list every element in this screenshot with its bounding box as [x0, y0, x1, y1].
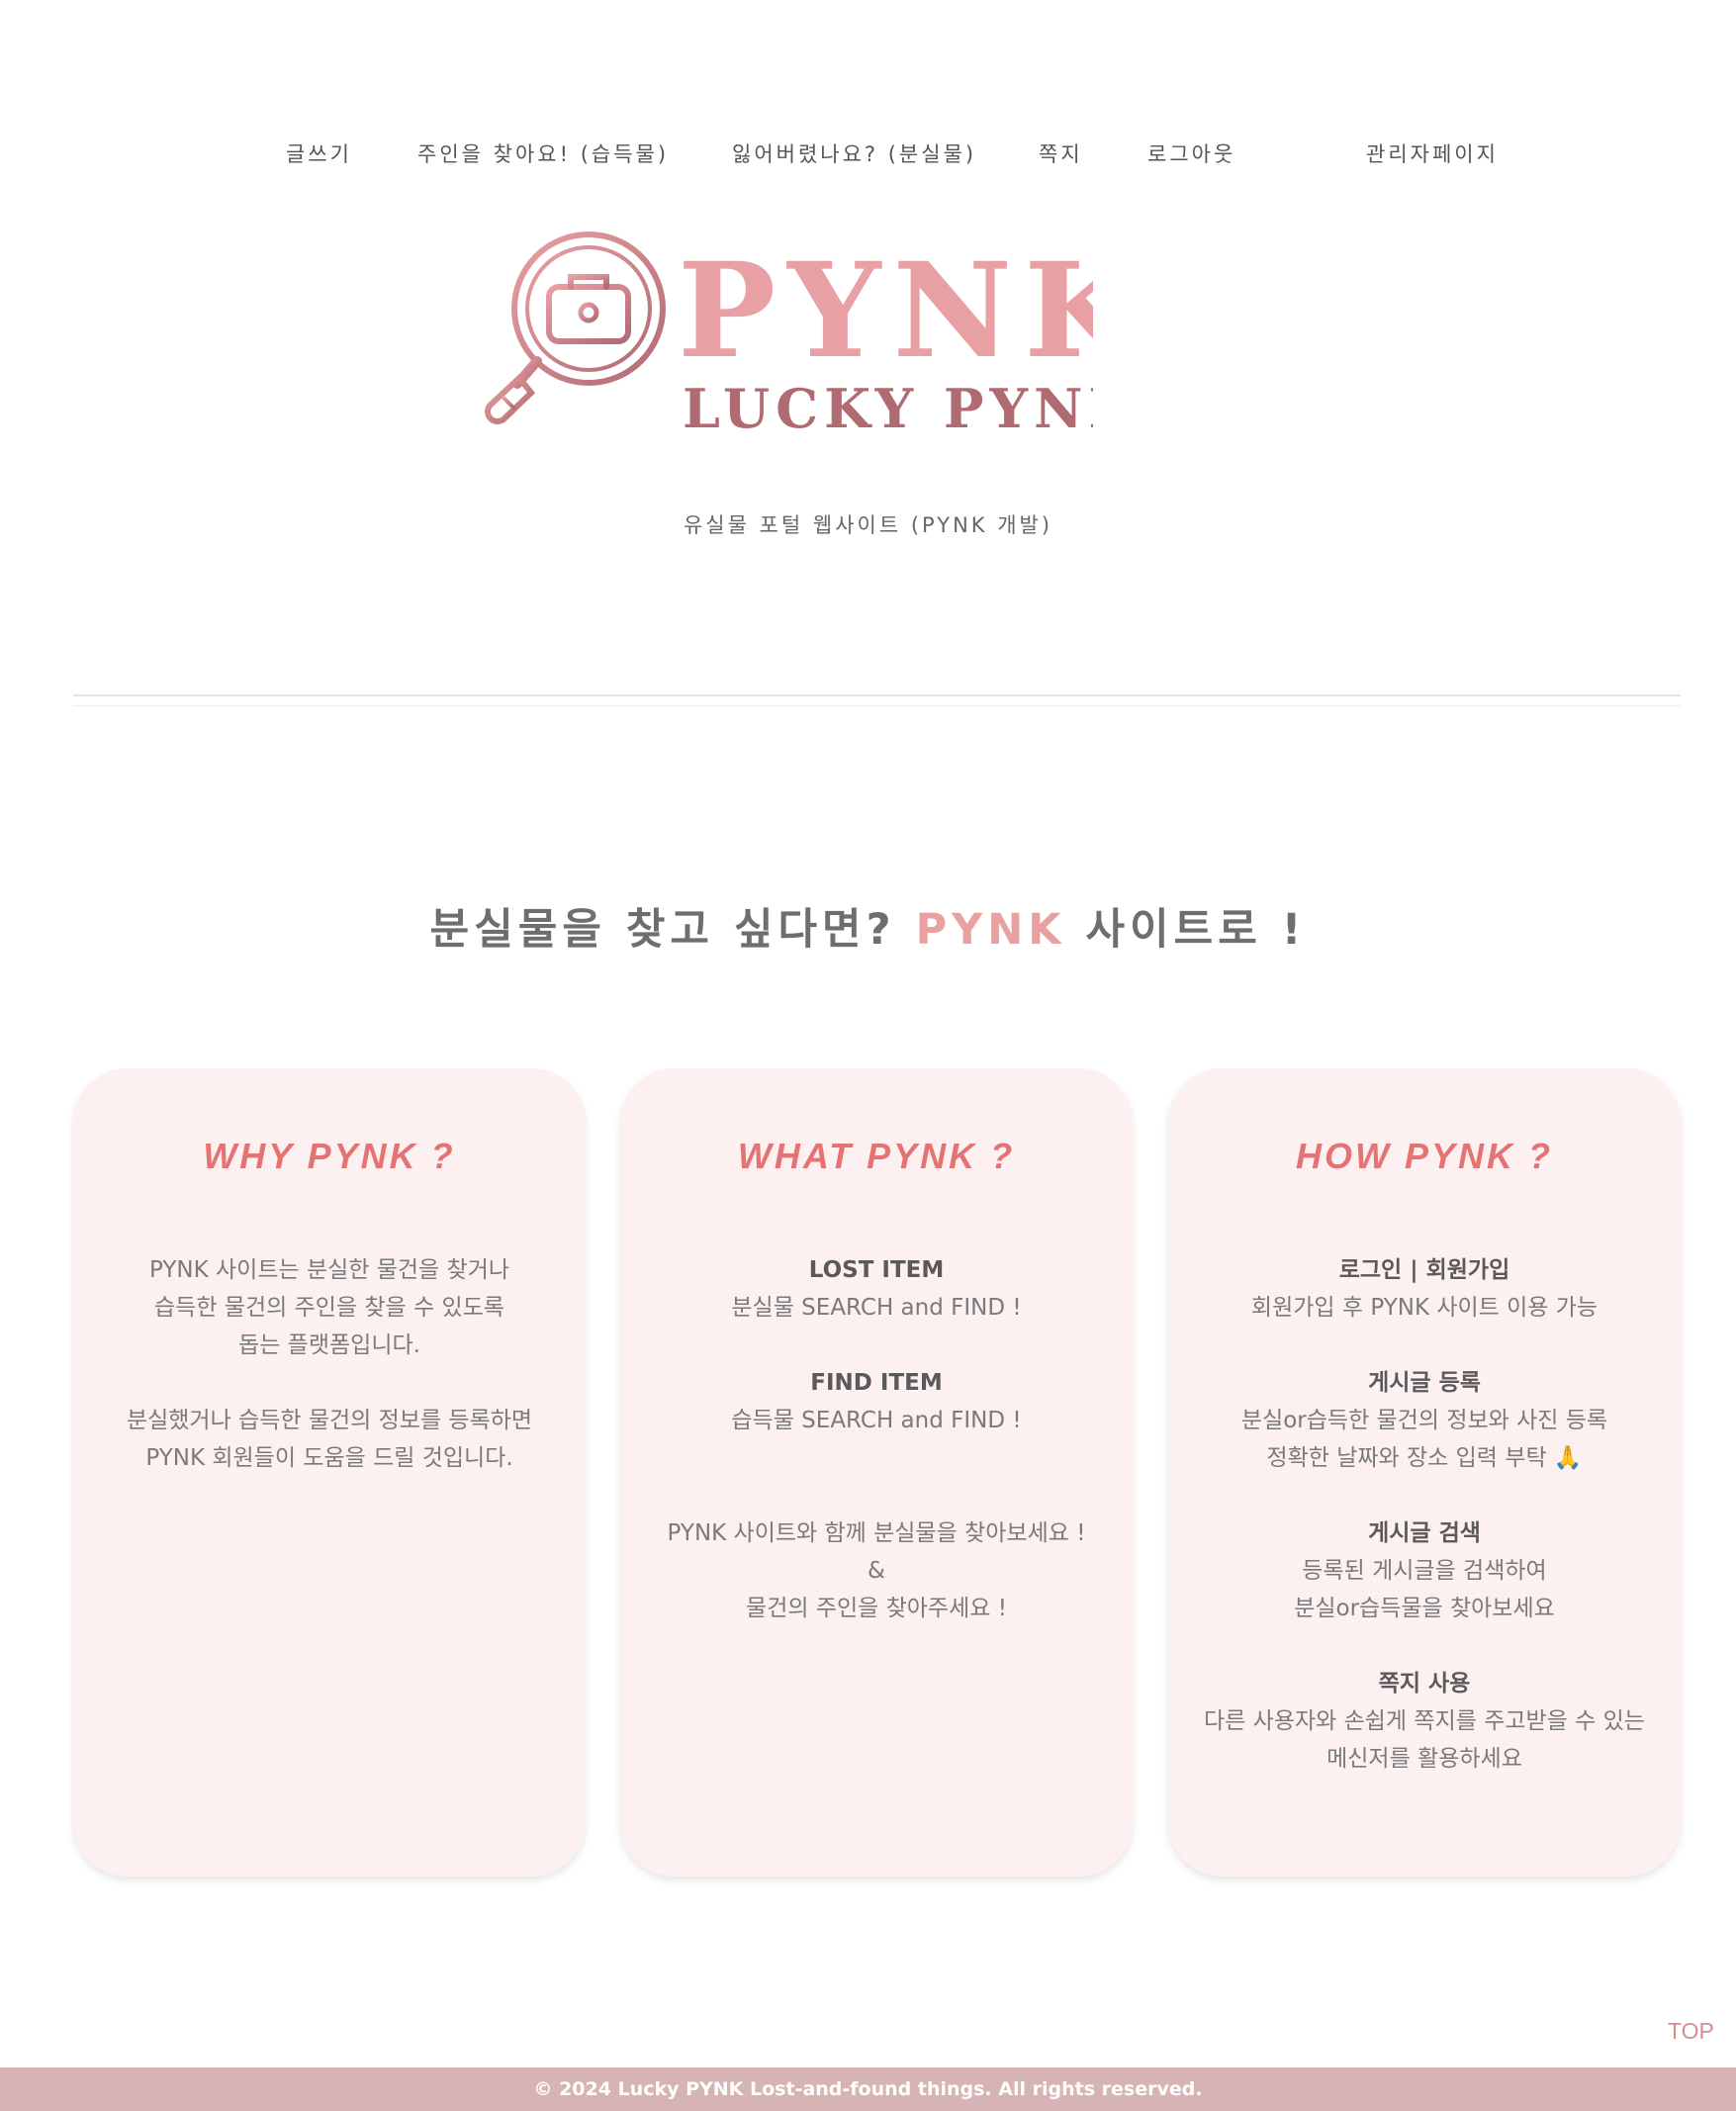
- card-why: WHY PYNK ? PYNK 사이트는 분실한 물건을 찾거나 습득한 물건의…: [73, 1068, 586, 1877]
- card-text-line: 분실물 SEARCH and FIND !: [731, 1295, 1022, 1321]
- card-text-line: 회원가입 후 PYNK 사이트 이용 가능: [1250, 1295, 1599, 1321]
- site-logo[interactable]: PYNK LUCKY PYNK: [460, 229, 1093, 442]
- card-body: 로그인 | 회원가입 회원가입 후 PYNK 사이트 이용 가능 게시글 등록 …: [1168, 1251, 1681, 1778]
- card-text-line: 정확한 날짜와 장소 입력 부탁 🙏: [1266, 1445, 1583, 1471]
- card-text-line: PYNK 사이트와 함께 분실물을 찾아보세요 !: [667, 1520, 1086, 1546]
- scroll-top-link[interactable]: TOP: [1668, 2018, 1714, 2045]
- card-title: HOW PYNK ?: [1296, 1136, 1553, 1176]
- logo-tagline-text: LUCKY PYNK: [683, 377, 1093, 440]
- card-text-line: 분실or습득물을 찾아보세요: [1294, 1596, 1555, 1621]
- card-text-line: 습득한 물건의 주인을 찾을 수 있도록: [154, 1295, 504, 1321]
- card-text-line: 분실or습득한 물건의 정보와 사진 등록: [1240, 1408, 1608, 1433]
- card-what: WHAT PYNK ? LOST ITEM 분실물 SEARCH and FIN…: [620, 1068, 1133, 1877]
- top-nav: 글쓰기 주인을 찾아요! (습득물) 잃어버렸나요? (분실물) 쪽지 로그아웃…: [0, 138, 1736, 172]
- card-body: LOST ITEM 분실물 SEARCH and FIND ! FIND ITE…: [620, 1251, 1133, 1627]
- card-text-line: PYNK 회원들이 도움을 드릴 것입니다.: [145, 1445, 513, 1471]
- card-text-line: 물건의 주인을 찾아주세요 !: [746, 1596, 1007, 1621]
- card-section-heading: 게시글 등록: [1368, 1370, 1481, 1396]
- card-section-heading: FIND ITEM: [810, 1370, 943, 1396]
- card-section-heading: 쪽지 사용: [1378, 1671, 1471, 1697]
- site-subtitle: 유실물 포털 웹사이트 (PYNK 개발): [683, 513, 1053, 537]
- headline-accent: PYNK: [915, 905, 1066, 955]
- page-footer: © 2024 Lucky PYNK Lost-and-found things.…: [0, 2067, 1736, 2111]
- card-body: PYNK 사이트는 분실한 물건을 찾거나 습득한 물건의 주인을 찾을 수 있…: [73, 1251, 586, 1477]
- page-headline: 분실물을 찾고 싶다면? PYNK 사이트로 !: [0, 895, 1736, 957]
- logo-brand-text: PYNK: [678, 234, 1093, 388]
- footer-copyright: © 2024 Lucky PYNK Lost-and-found things.…: [533, 2078, 1203, 2100]
- card-text-line: 돕는 플랫폼입니다.: [238, 1332, 420, 1358]
- nav-admin-page[interactable]: 관리자페이지: [1366, 138, 1499, 168]
- card-text-line: 분실했거나 습득한 물건의 정보를 등록하면: [126, 1408, 533, 1433]
- magnifier-toolbox-icon: [485, 231, 666, 424]
- nav-lost-items[interactable]: 잃어버렸나요? (분실물): [732, 138, 976, 168]
- card-text-line: PYNK 사이트는 분실한 물건을 찾거나: [148, 1257, 510, 1283]
- card-section-heading: 게시글 검색: [1368, 1520, 1481, 1546]
- nav-messages[interactable]: 쪽지: [1039, 138, 1083, 168]
- headline-suffix: 사이트로 !: [1085, 905, 1307, 955]
- card-text-line: &: [868, 1558, 885, 1584]
- card-section-heading: 로그인 | 회원가입: [1338, 1257, 1510, 1283]
- card-section-heading: LOST ITEM: [808, 1257, 945, 1283]
- divider-top: [73, 694, 1681, 696]
- card-text-line: 등록된 게시글을 검색하여: [1302, 1558, 1547, 1584]
- card-title: WHAT PYNK ?: [737, 1136, 1016, 1176]
- nav-write-post[interactable]: 글쓰기: [286, 138, 352, 168]
- card-text-line: 메신저를 활용하세요: [1326, 1746, 1522, 1772]
- divider-bottom: [73, 705, 1681, 706]
- nav-logout[interactable]: 로그아웃: [1147, 138, 1235, 168]
- card-text-line: 다른 사용자와 손쉽게 쪽지를 주고받을 수 있는: [1204, 1708, 1645, 1734]
- nav-found-items[interactable]: 주인을 찾아요! (습득물): [417, 138, 669, 168]
- card-how: HOW PYNK ? 로그인 | 회원가입 회원가입 후 PYNK 사이트 이용…: [1168, 1068, 1681, 1877]
- headline-prefix: 분실물을 찾고 싶다면?: [429, 905, 896, 955]
- card-title: WHY PYNK ?: [203, 1136, 456, 1176]
- card-text-line: 습득물 SEARCH and FIND !: [731, 1408, 1022, 1433]
- logo-graphic: PYNK LUCKY PYNK: [485, 231, 1093, 440]
